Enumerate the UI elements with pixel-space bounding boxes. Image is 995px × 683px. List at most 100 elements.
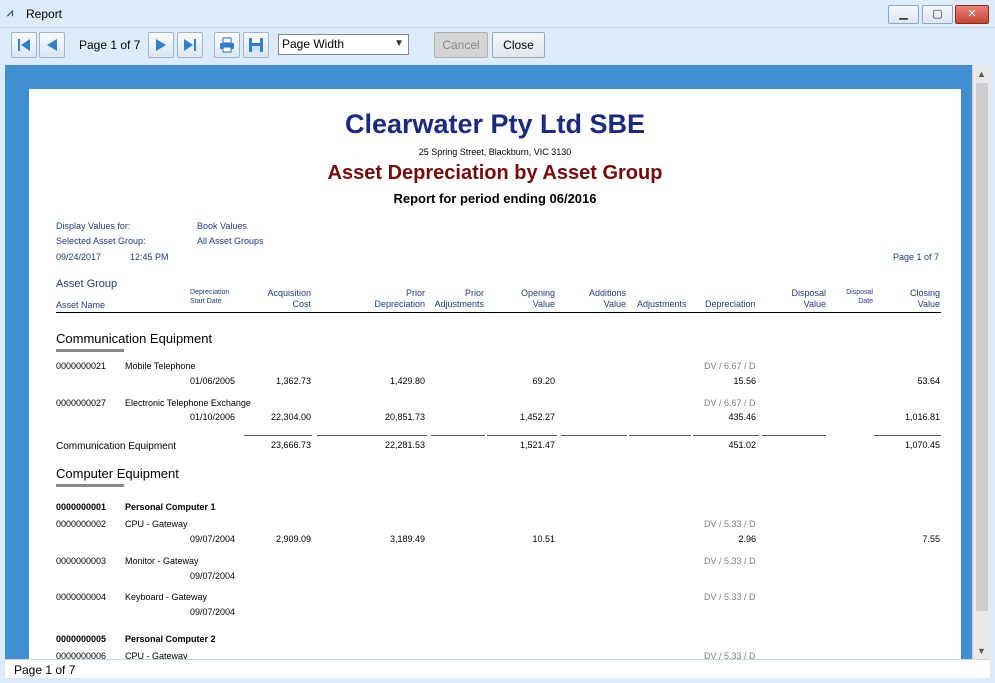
asset-method: DV / 6.67 / D: [704, 361, 756, 371]
close-window-button[interactable]: ✕: [955, 5, 989, 24]
minimize-icon: ▁: [899, 8, 908, 20]
status-page: Page 1 of 7: [14, 663, 76, 677]
asset-opening: 1,452.27: [519, 412, 555, 422]
header-prior-depreciation: Prior Depreciation: [374, 288, 425, 309]
header-opening-value: Opening Value: [520, 288, 555, 309]
asset-depreciation: 2.96: [738, 534, 756, 544]
last-page-icon: [184, 39, 196, 51]
asset-acquisition: 1,362.73: [275, 376, 311, 386]
asset-prior-dep: 20,851.73: [384, 412, 425, 422]
display-values-label: Display Values for:: [56, 221, 131, 231]
parent-asset-name: Personal Computer 1: [125, 502, 216, 512]
subtotal-line: [561, 435, 627, 436]
asset-depreciation: 435.46: [728, 412, 756, 422]
subtotal-label: Communication Equipment: [56, 441, 177, 452]
first-page-button[interactable]: [11, 32, 37, 58]
asset-acquisition: 2,909.09: [275, 534, 311, 544]
report-viewer[interactable]: Clearwater Pty Ltd SBE 25 Spring Street,…: [5, 65, 972, 659]
chevron-down-icon: ▼: [394, 38, 404, 49]
report-page-number: Page 1 of 7: [892, 252, 939, 262]
asset-opening: 10.51: [532, 534, 555, 544]
scroll-down-icon[interactable]: ▼: [977, 646, 986, 656]
asset-code: 0000000006: [56, 651, 107, 659]
header-asset-name: Asset Name: [56, 300, 106, 310]
app-icon: ⩘: [7, 7, 14, 19]
subtotal-prior-dep: 22,281.53: [384, 440, 425, 450]
save-button[interactable]: [243, 32, 269, 58]
display-values-value: Book Values: [197, 221, 247, 231]
subtotal-line: [629, 435, 691, 436]
header-acquisition-cost: Acquisition Cost: [267, 288, 311, 309]
company-name: Clearwater Pty Ltd SBE: [344, 109, 646, 139]
print-button[interactable]: [214, 32, 240, 58]
asset-closing: 53.64: [917, 376, 940, 386]
printer-icon: [220, 37, 234, 53]
header-additions-value: Additions Value: [588, 288, 626, 309]
next-page-button[interactable]: [148, 32, 174, 58]
header-dep-start: Depreciation Start Date: [190, 289, 230, 305]
cancel-button[interactable]: Cancel: [434, 32, 488, 58]
selected-group-label: Selected Asset Group:: [56, 236, 146, 246]
close-button[interactable]: Close: [492, 32, 545, 58]
asset-code: 0000000021: [56, 361, 107, 371]
parent-asset-code: 0000000001: [56, 502, 107, 512]
asset-start-date: 01/06/2005: [190, 376, 236, 386]
report-date: 09/24/2017: [56, 252, 102, 262]
status-bar: Page 1 of 7: [5, 659, 990, 678]
asset-prior-dep: 3,189.49: [389, 534, 425, 544]
asset-method: DV / 6.67 / D: [704, 398, 756, 408]
asset-start-date: 09/07/2004: [190, 534, 236, 544]
last-page-button[interactable]: [177, 32, 203, 58]
subtotal-closing: 1,070.45: [904, 440, 940, 450]
asset-acquisition: 22,304.00: [270, 412, 311, 422]
asset-method: DV / 5.33 / D: [704, 592, 756, 602]
header-disposal-date: Disposal Date: [846, 289, 873, 305]
minimize-button[interactable]: ▁: [888, 5, 919, 24]
asset-name: CPU - Gateway: [125, 651, 188, 659]
report-title: Asset Depreciation by Asset Group: [327, 162, 663, 184]
group-underline: [56, 349, 124, 352]
asset-closing: 1,016.81: [904, 412, 940, 422]
asset-method: DV / 5.33 / D: [704, 556, 756, 566]
window-title: Report: [26, 7, 63, 21]
asset-code: 0000000027: [56, 398, 107, 408]
scroll-up-icon[interactable]: ▲: [977, 69, 986, 79]
group-underline: [56, 484, 124, 487]
asset-code: 0000000002: [56, 519, 107, 529]
maximize-icon: ▢: [932, 8, 943, 20]
header-adjustments: Adjustments: [637, 299, 687, 309]
asset-opening: 69.20: [532, 376, 555, 386]
subtotal-depreciation: 451.02: [728, 440, 756, 450]
asset-start-date: 09/07/2004: [190, 571, 236, 581]
asset-name: Monitor - Gateway: [125, 556, 199, 566]
asset-closing: 7.55: [922, 534, 940, 544]
company-address: 25 Spring Street, Blackburn, VIC 3130: [418, 147, 572, 157]
header-prior-adjustments: Prior Adjustments: [434, 288, 484, 309]
zoom-select[interactable]: Page Width ▼: [278, 34, 409, 55]
zoom-value: Page Width: [282, 37, 345, 51]
maximize-button[interactable]: ▢: [922, 5, 953, 24]
asset-prior-dep: 1,429.80: [389, 376, 425, 386]
subtotal-line: [244, 435, 312, 436]
asset-name: Keyboard - Gateway: [125, 592, 208, 602]
next-page-icon: [156, 39, 166, 51]
scrollbar-thumb[interactable]: [976, 83, 988, 611]
asset-code: 0000000003: [56, 556, 107, 566]
previous-page-button[interactable]: [39, 32, 65, 58]
close-icon: ✕: [967, 8, 977, 20]
header-disposal-value: Disposal Value: [791, 288, 826, 309]
save-icon: [249, 38, 263, 52]
subtotal-acquisition: 23,666.73: [270, 440, 311, 450]
header-divider: [56, 312, 941, 313]
report-period: Report for period ending 06/2016: [393, 191, 597, 206]
vertical-scrollbar[interactable]: ▲ ▼: [972, 65, 990, 659]
toolbar: Page 1 of 7 Page Width ▼ Cancel Close: [0, 28, 995, 62]
title-bar: ⩘ Report ▁ ▢ ✕: [0, 0, 995, 28]
asset-name: Electronic Telephone Exchange: [125, 398, 251, 408]
asset-method: DV / 5.33 / D: [704, 651, 756, 659]
header-closing-value: Closing Value: [909, 288, 940, 309]
asset-name: CPU - Gateway: [125, 519, 188, 529]
previous-page-icon: [47, 39, 57, 51]
subtotal-line: [431, 435, 485, 436]
subtotal-line: [693, 435, 759, 436]
